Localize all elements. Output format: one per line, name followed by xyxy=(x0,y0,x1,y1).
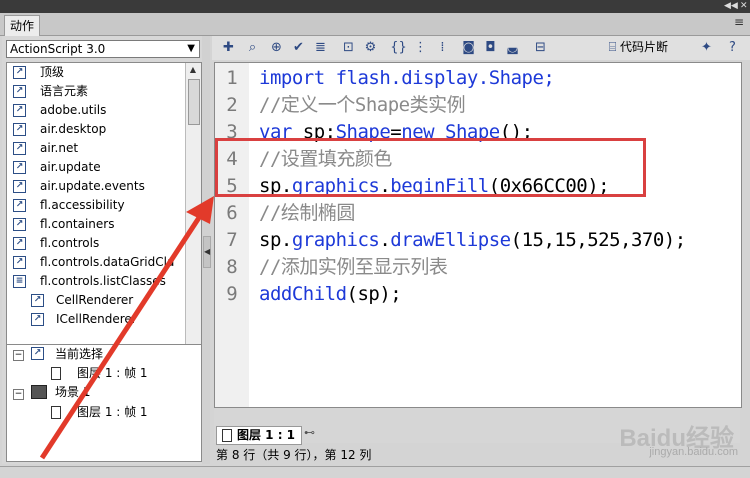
annotation-arrow-shaft xyxy=(39,208,207,460)
annotation-arrow xyxy=(39,196,214,460)
